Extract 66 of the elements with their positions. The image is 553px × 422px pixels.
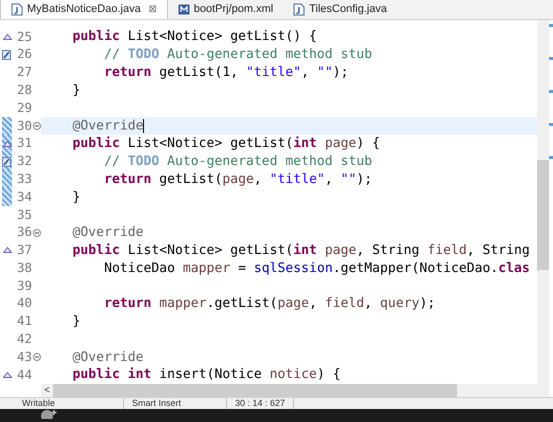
code-line: return getList(1, "title", ""); bbox=[103, 66, 349, 80]
line-number: 34 bbox=[16, 188, 32, 206]
line-number: 29 bbox=[16, 98, 32, 117]
override-triangle-icon bbox=[2, 34, 12, 40]
overview-mark[interactable] bbox=[549, 90, 553, 93]
horizontal-scrollbar[interactable]: < bbox=[41, 384, 537, 397]
code-line: @Override bbox=[72, 226, 144, 240]
code-line: return mapper.getList(page, field, query); bbox=[103, 297, 436, 310]
editor-tab[interactable]: bootPrj/pom.xml bbox=[168, 0, 284, 19]
editor-tab[interactable]: TilesConfig.java bbox=[283, 0, 398, 19]
override-triangle-icon bbox=[2, 372, 12, 378]
line-number: 36 bbox=[16, 223, 32, 242]
vertical-scrollbar[interactable] bbox=[537, 20, 549, 397]
tab-label: MyBatisNoticeDao.java bbox=[27, 2, 141, 18]
line-number: 25 bbox=[16, 28, 32, 46]
line-number: 27 bbox=[16, 63, 32, 82]
code-line: @Override bbox=[72, 118, 144, 133]
line-number: 40 bbox=[16, 294, 32, 312]
line-number: 38 bbox=[16, 258, 32, 277]
code-line: return getList(page, "title", ""); bbox=[103, 172, 372, 186]
code-line: public List<Notice> getList(int page) { bbox=[72, 137, 380, 150]
editor-tab[interactable]: MyBatisNoticeDao.java ⊠ bbox=[0, 0, 168, 19]
line-number: 26 bbox=[16, 45, 32, 64]
line-number: 44 bbox=[16, 366, 32, 384]
scroll-left-button[interactable]: < bbox=[41, 384, 53, 397]
line-number: 41 bbox=[16, 312, 32, 330]
fold-icon[interactable] bbox=[32, 228, 40, 237]
line-number: 39 bbox=[16, 276, 32, 295]
overview-mark[interactable] bbox=[549, 24, 553, 27]
line-number: 33 bbox=[16, 170, 32, 188]
code-line: } bbox=[72, 315, 80, 328]
code-line: public List<Notice> getList(int page, String field, String bbox=[72, 244, 530, 257]
override-triangle-icon bbox=[2, 140, 12, 147]
line-number: 28 bbox=[16, 80, 32, 99]
override-triangle-icon bbox=[2, 247, 12, 254]
tab-label: bootPrj/pom.xml bbox=[194, 2, 274, 17]
code-line: // TODO Auto-generated method stub bbox=[103, 154, 372, 168]
line-number: 37 bbox=[16, 241, 32, 260]
code-line: } bbox=[72, 84, 80, 97]
task-icon bbox=[2, 156, 12, 167]
close-tab-button[interactable]: ⊠ bbox=[148, 2, 157, 17]
code-line: public int insert(Notice notice) { bbox=[72, 368, 341, 382]
line-number: 42 bbox=[16, 330, 32, 348]
scrollbar-thumb[interactable] bbox=[537, 160, 549, 270]
java-file-icon bbox=[293, 2, 306, 16]
line-number: 43 bbox=[16, 348, 32, 366]
code-line: @Override bbox=[72, 350, 144, 364]
java-file-icon bbox=[11, 3, 23, 16]
code-line: NoticeDao mapper = sqlSession.getMapper(NoticeDao.clas bbox=[103, 262, 530, 275]
person-add-icon[interactable] bbox=[40, 409, 58, 419]
xml-file-icon bbox=[178, 2, 190, 16]
task-icon bbox=[2, 49, 12, 60]
tab-label: TilesConfig.java bbox=[309, 2, 388, 17]
overview-mark[interactable] bbox=[549, 156, 553, 159]
overview-mark[interactable] bbox=[549, 123, 553, 126]
scrollbar-thumb[interactable] bbox=[53, 384, 457, 397]
code-line: } bbox=[72, 190, 80, 204]
line-number: 35 bbox=[16, 206, 32, 224]
fold-icon[interactable] bbox=[32, 122, 40, 130]
line-number: 30 bbox=[16, 116, 32, 135]
line-number: 32 bbox=[16, 152, 32, 170]
overview-mark[interactable] bbox=[549, 57, 553, 60]
fold-icon[interactable] bbox=[32, 353, 40, 362]
code-line: // TODO Auto-generated method stub bbox=[103, 48, 372, 62]
line-number: 31 bbox=[16, 134, 32, 152]
code-line: public List<Notice> getList() { bbox=[72, 30, 317, 44]
